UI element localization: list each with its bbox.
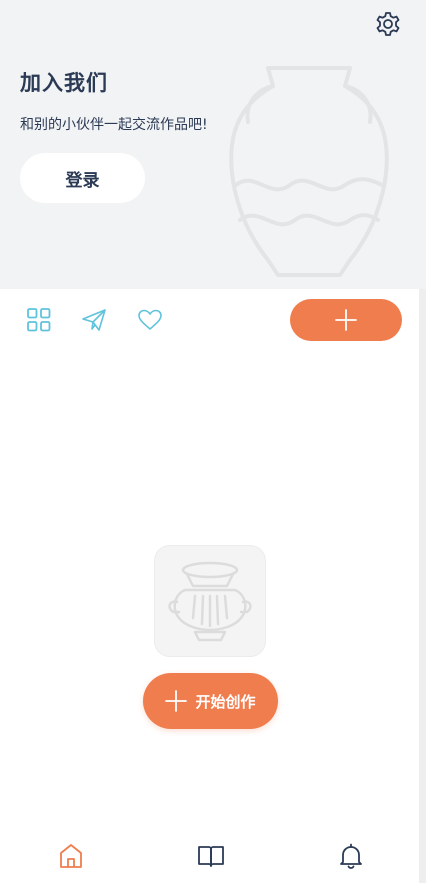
gear-icon bbox=[376, 12, 400, 36]
nav-home[interactable] bbox=[57, 842, 85, 870]
start-creating-button[interactable]: 开始创作 bbox=[143, 673, 278, 729]
plus-icon bbox=[335, 309, 357, 331]
page-subtitle: 和别的小伙伴一起交流作品吧! bbox=[20, 117, 208, 133]
add-button[interactable] bbox=[290, 299, 402, 341]
empty-state-illustration bbox=[154, 545, 266, 657]
bell-icon bbox=[340, 843, 362, 869]
page-title: 加入我们 bbox=[20, 71, 108, 95]
header-banner: 加入我们 和别的小伙伴一起交流作品吧! 登录 bbox=[0, 0, 426, 289]
nav-notifications[interactable] bbox=[337, 842, 365, 870]
settings-button[interactable] bbox=[374, 10, 402, 38]
login-button[interactable]: 登录 bbox=[20, 153, 145, 203]
paper-plane-icon bbox=[82, 309, 106, 331]
bottom-navigation bbox=[0, 834, 419, 883]
heart-icon bbox=[138, 309, 162, 330]
pottery-icon bbox=[168, 561, 252, 642]
main-content: 开始创作 bbox=[0, 289, 419, 883]
plus-icon bbox=[165, 690, 188, 712]
tab-favorites[interactable] bbox=[137, 307, 163, 333]
right-edge bbox=[419, 289, 426, 883]
tab-grid[interactable] bbox=[26, 307, 52, 333]
tab-share[interactable] bbox=[81, 307, 107, 333]
book-icon bbox=[198, 846, 224, 867]
home-icon bbox=[60, 844, 82, 868]
vase-illustration bbox=[229, 66, 389, 277]
start-creating-label: 开始创作 bbox=[195, 692, 256, 711]
grid-icon bbox=[27, 308, 51, 332]
nav-library[interactable] bbox=[197, 842, 225, 870]
